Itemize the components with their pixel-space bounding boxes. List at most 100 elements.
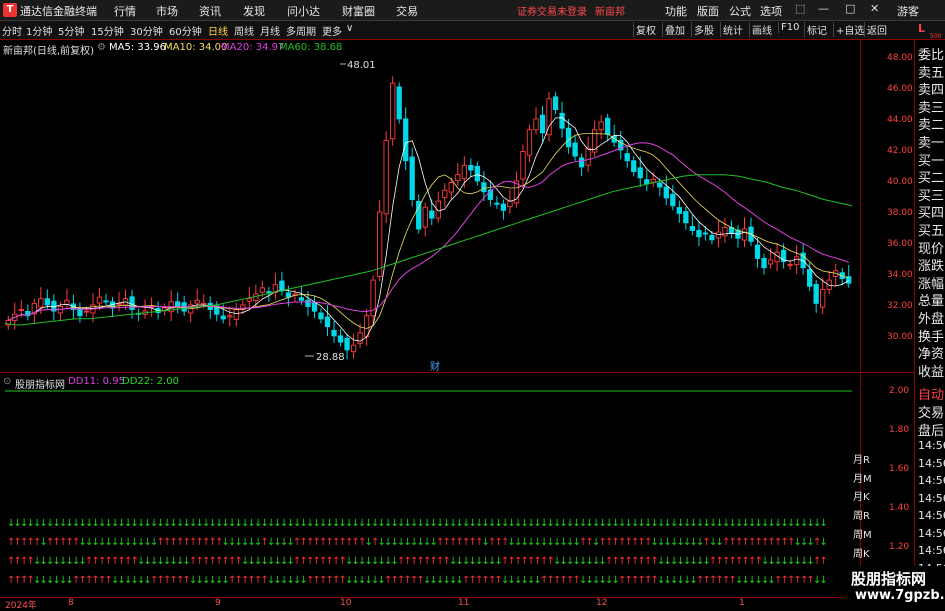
candle — [539, 114, 546, 134]
candle — [533, 118, 539, 131]
quote-field-label: 净资 — [918, 347, 945, 363]
watermark-url: www.7gpzb.com — [855, 588, 945, 603]
finance-marker: 财 — [430, 360, 440, 372]
draw-line-button[interactable]: 画线 — [749, 22, 774, 37]
trade-time: 14:56 — [918, 544, 945, 557]
price-tick: 34.00 — [887, 270, 913, 280]
candle — [18, 309, 24, 311]
menu-function[interactable]: 功能 — [665, 3, 687, 19]
date-label: 1 — [739, 598, 745, 608]
period-multi[interactable]: 多周期 — [286, 23, 316, 38]
indicator-chart[interactable]: ↓↓↓↓↓↓↓↓↓↓↓↓↓↓↓↓↓↓↓↓↓↓↓↓↓↓↓↓↓↓↓↓↓↓↓↓↓↓↓↓… — [0, 373, 914, 596]
candle — [585, 147, 591, 166]
trade-label[interactable]: 交易 — [918, 402, 944, 421]
overlay-button[interactable]: 叠加 — [662, 22, 687, 37]
price-chart[interactable]: 48.01 28.88 财 — [0, 40, 914, 372]
minimize-icon[interactable]: — — [818, 2, 829, 15]
restore-rights-button[interactable]: 复权 — [633, 22, 658, 37]
f10-button[interactable]: F10 — [778, 22, 801, 33]
menu-quotes[interactable]: 行情 — [114, 3, 136, 19]
period-monthly[interactable]: 月线 — [260, 23, 280, 38]
price-tick: 48.00 — [887, 53, 913, 63]
price-tick: 44.00 — [887, 115, 913, 125]
menu-market[interactable]: 市场 — [156, 3, 178, 19]
mark-button[interactable]: 标记 — [804, 22, 829, 37]
auto-label[interactable]: 自动 — [918, 384, 944, 403]
candle — [565, 127, 572, 148]
candle — [376, 211, 383, 277]
period-more[interactable]: 更多 — [322, 23, 342, 38]
quote-field-label: 总量 — [918, 294, 945, 310]
app-logo-icon: T — [3, 3, 17, 17]
candle — [194, 299, 200, 304]
price-tick: 38.00 — [887, 208, 913, 218]
candle — [253, 293, 259, 302]
statistics-button[interactable]: 统计 — [720, 22, 745, 37]
maximize-icon[interactable]: □ — [845, 2, 855, 15]
candle — [103, 300, 109, 303]
row-label: 周M — [853, 530, 872, 541]
candle — [44, 298, 51, 306]
period-daily[interactable]: 日线 — [208, 23, 228, 38]
candle — [468, 164, 474, 171]
period-30min[interactable]: 30分钟 — [130, 23, 163, 38]
trade-time: 14:56 — [918, 526, 945, 540]
candle — [494, 202, 500, 205]
restore-icon[interactable]: ⬚ — [795, 2, 805, 15]
quote-field-label: 委比 — [918, 48, 945, 63]
indicator-tick: 1.80 — [889, 425, 910, 435]
trade-time: 14:56 — [918, 474, 945, 487]
login-status[interactable]: 证券交易未登录 — [517, 3, 587, 18]
period-tick[interactable]: 分时 — [2, 23, 22, 38]
candle — [767, 259, 774, 265]
candle — [702, 232, 709, 235]
quote-field-label: 买一 — [918, 153, 945, 169]
candle — [820, 288, 826, 308]
menu-discover[interactable]: 发现 — [243, 3, 265, 19]
indicator-tick: 1.40 — [889, 503, 910, 513]
menu-news[interactable]: 资讯 — [199, 3, 221, 19]
period-1min[interactable]: 1分钟 — [26, 23, 52, 38]
trade-time: 14:56 — [918, 456, 945, 470]
price-tick: 46.00 — [887, 84, 913, 94]
candle — [552, 96, 559, 111]
menu-formula[interactable]: 公式 — [729, 3, 751, 19]
close-icon[interactable]: ✕ — [870, 2, 879, 15]
candle — [715, 231, 722, 239]
candle — [227, 315, 233, 318]
multi-stock-button[interactable]: 多股 — [691, 22, 716, 37]
period-weekly[interactable]: 周线 — [234, 23, 254, 38]
candle — [259, 287, 266, 293]
add-favorite-button[interactable]: +自选 — [833, 22, 866, 37]
row-label: 月K — [853, 492, 870, 503]
candle — [500, 203, 507, 211]
candle — [233, 309, 239, 320]
candle — [650, 178, 656, 183]
quote-field-label: 卖五 — [918, 65, 945, 81]
menu-layout[interactable]: 版面 — [697, 3, 719, 19]
menu-trade[interactable]: 交易 — [396, 3, 418, 19]
candle — [676, 207, 682, 214]
menu-wealth[interactable]: 财富圈 — [342, 3, 375, 19]
candle — [285, 292, 292, 298]
more-chevron-icon[interactable]: ∨ — [346, 23, 353, 34]
candle — [429, 210, 435, 219]
watermark: 股朋指标网 www.7gpzb.com — [843, 566, 945, 609]
period-60min[interactable]: 60分钟 — [169, 23, 202, 38]
side-panel-border — [914, 40, 915, 609]
candle — [448, 181, 454, 193]
candle — [683, 211, 689, 224]
candle — [741, 228, 748, 241]
menu-stock-name: 新亩邦 — [595, 7, 625, 18]
candle — [793, 256, 800, 266]
period-5min[interactable]: 5分钟 — [58, 23, 84, 38]
menu-ask[interactable]: 问小达 — [287, 3, 320, 19]
guest-label[interactable]: 游客 — [897, 3, 919, 19]
price-tick: 32.00 — [887, 301, 913, 311]
back-button[interactable]: 返回 — [864, 22, 889, 37]
menu-options[interactable]: 选项 — [760, 3, 782, 19]
period-15min[interactable]: 15分钟 — [91, 23, 124, 38]
candle — [403, 118, 409, 162]
quote-field-label: 买五 — [918, 224, 945, 239]
indicator-tick: 1.20 — [889, 542, 910, 552]
